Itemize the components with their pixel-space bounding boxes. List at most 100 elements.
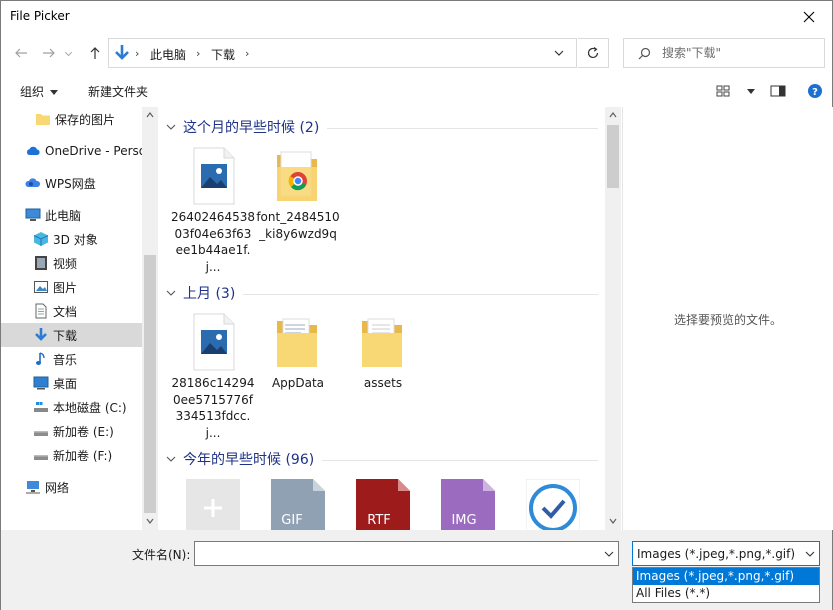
address-bar[interactable]: › 此电脑 › 下载 › [108, 38, 577, 68]
file-name: 28186c142940ee5715776f334513fdcc.j... [171, 376, 255, 440]
file-item[interactable] [171, 479, 255, 530]
sidebar-item-drive-f[interactable]: 新加卷 (F:) [1, 443, 142, 467]
file-type-tag: RTF [367, 513, 391, 528]
sidebar-item-wps[interactable]: WPS网盘 [1, 171, 142, 195]
chevron-down-icon [64, 51, 72, 56]
filetype-option-all-files[interactable]: All Files (*.*) [633, 585, 819, 602]
breadcrumb-separator[interactable]: › [135, 47, 139, 60]
gif-file-icon: GIF [271, 479, 325, 530]
filetype-option-images[interactable]: Images (*.jpeg,*.png,*.gif) [633, 568, 819, 585]
group-divider [243, 293, 598, 295]
search-icon [638, 47, 651, 60]
filename-combobox[interactable] [194, 541, 619, 566]
group-header-earlier-this-year[interactable]: 今年的早些时候 (96) [166, 449, 598, 469]
filetype-select[interactable]: Images (*.jpeg,*.png,*.gif) [632, 541, 820, 566]
sidebar-item-label: 本地磁盘 (C:) [53, 400, 127, 415]
new-folder-button[interactable]: 新建文件夹 [88, 83, 148, 100]
scrollbar-thumb[interactable] [607, 125, 619, 188]
desktop-icon [33, 375, 49, 391]
group-title: 上月 (3) [183, 286, 236, 302]
sidebar-item-label: 视频 [53, 256, 78, 271]
sidebar-item-label: 文档 [53, 304, 78, 319]
sidebar-item-label: 音乐 [53, 352, 78, 367]
file-name: font_2484510_ki8y6wzd9q [256, 210, 340, 241]
file-item[interactable]: RTF [341, 479, 425, 530]
refresh-button[interactable] [578, 38, 609, 68]
help-button[interactable]: ? [806, 82, 824, 100]
sidebar-item-desktop[interactable]: 桌面 [1, 371, 142, 395]
image-file-icon [186, 313, 240, 371]
chevron-down-icon [166, 456, 176, 462]
view-options-button[interactable] [714, 82, 732, 100]
up-button[interactable] [84, 42, 106, 64]
sidebar-item-label: 此电脑 [45, 208, 82, 223]
arrow-left-icon [15, 48, 27, 58]
refresh-icon [587, 47, 599, 59]
group-header-last-month[interactable]: 上月 (3) [166, 283, 598, 303]
scroll-down-icon[interactable] [146, 517, 154, 525]
file-item[interactable]: AppData [256, 313, 340, 392]
sidebar-item-documents[interactable]: 文档 [1, 299, 142, 323]
file-item[interactable]: GIF [256, 479, 340, 530]
file-item[interactable]: font_2484510_ki8y6wzd9q [256, 147, 340, 242]
sidebar-item-label: 保存的图片 [55, 112, 116, 127]
scroll-up-icon[interactable] [146, 111, 154, 119]
sidebar-item-music[interactable]: 音乐 [1, 347, 142, 371]
arrow-up-icon [90, 47, 100, 59]
file-name: AppData [271, 376, 325, 390]
toolbar: 组织 新建文件夹 ? [1, 75, 832, 107]
file-item[interactable] [511, 478, 595, 530]
preview-pane-button[interactable] [769, 82, 787, 100]
file-picker-window: File Picker › 此电脑 › 下载 › 组织 新建文件夹 [0, 0, 833, 610]
file-item[interactable]: assets [341, 313, 425, 392]
forward-button[interactable] [38, 42, 60, 64]
cube-icon [33, 231, 49, 247]
chevron-down-icon[interactable] [604, 549, 614, 559]
breadcrumb-this-pc[interactable]: 此电脑 [150, 46, 186, 63]
close-icon [803, 11, 815, 23]
help-icon: ? [808, 84, 822, 98]
breadcrumb-downloads[interactable]: 下载 [211, 46, 235, 63]
sidebar-item-drive-e[interactable]: 新加卷 (E:) [1, 419, 142, 443]
folder-icon [356, 313, 410, 371]
breadcrumb-separator[interactable]: › [245, 47, 249, 60]
breadcrumb-separator[interactable]: › [196, 47, 200, 60]
file-item[interactable]: 28186c142940ee5715776f334513fdcc.j... [171, 313, 255, 441]
folder-icon [35, 111, 51, 127]
close-button[interactable] [786, 1, 832, 33]
recent-dropdown-button[interactable] [61, 42, 75, 64]
sidebar-scrollbar[interactable] [142, 107, 158, 530]
sidebar-item-drive-c[interactable]: 本地磁盘 (C:) [1, 395, 142, 419]
file-name: assets [363, 376, 403, 390]
sidebar-item-network[interactable]: 网络 [1, 475, 142, 499]
search-input[interactable] [662, 44, 812, 62]
search-box[interactable] [623, 38, 825, 68]
chrome-folder-icon [271, 147, 325, 205]
sidebar-item-videos[interactable]: 视频 [1, 251, 142, 275]
sidebar-item-pictures[interactable]: 图片 [1, 275, 142, 299]
scroll-up-icon[interactable] [609, 111, 617, 119]
sidebar-item-downloads[interactable]: 下载 [1, 323, 142, 347]
sidebar-item-saved-pictures[interactable]: 保存的图片 [1, 107, 142, 131]
back-button[interactable] [10, 42, 32, 64]
filename-label: 文件名(N): [132, 548, 191, 562]
view-dropdown-icon[interactable] [747, 89, 755, 94]
sidebar-item-label: OneDrive - Perso [45, 144, 142, 158]
filetype-selected: Images (*.jpeg,*.png,*.gif) [637, 547, 796, 561]
file-item[interactable]: 2640246453803f04e63f63ee1b44ae1f.j... [171, 147, 255, 275]
file-type-tag: IMG [451, 513, 476, 528]
file-list-scrollbar[interactable] [605, 107, 621, 530]
filename-input[interactable] [199, 545, 589, 562]
sidebar-item-label: 新加卷 (E:) [53, 424, 114, 439]
scrollbar-thumb[interactable] [144, 255, 156, 513]
chevron-down-icon[interactable] [553, 47, 565, 59]
group-header-earlier-this-month[interactable]: 这个月的早些时候 (2) [166, 117, 598, 137]
svg-text:?: ? [812, 87, 818, 98]
sidebar-item-3d-objects[interactable]: 3D 对象 [1, 227, 142, 251]
organize-button[interactable]: 组织 [20, 83, 59, 100]
sidebar-item-onedrive[interactable]: OneDrive - Perso [1, 139, 142, 163]
navigation-pane: 保存的图片 OneDrive - Perso WPS网盘 此电脑 3D 对象 视… [1, 107, 158, 530]
sidebar-item-this-pc[interactable]: 此电脑 [1, 203, 142, 227]
scroll-down-icon[interactable] [609, 517, 617, 525]
file-item[interactable]: IMG [426, 479, 510, 530]
